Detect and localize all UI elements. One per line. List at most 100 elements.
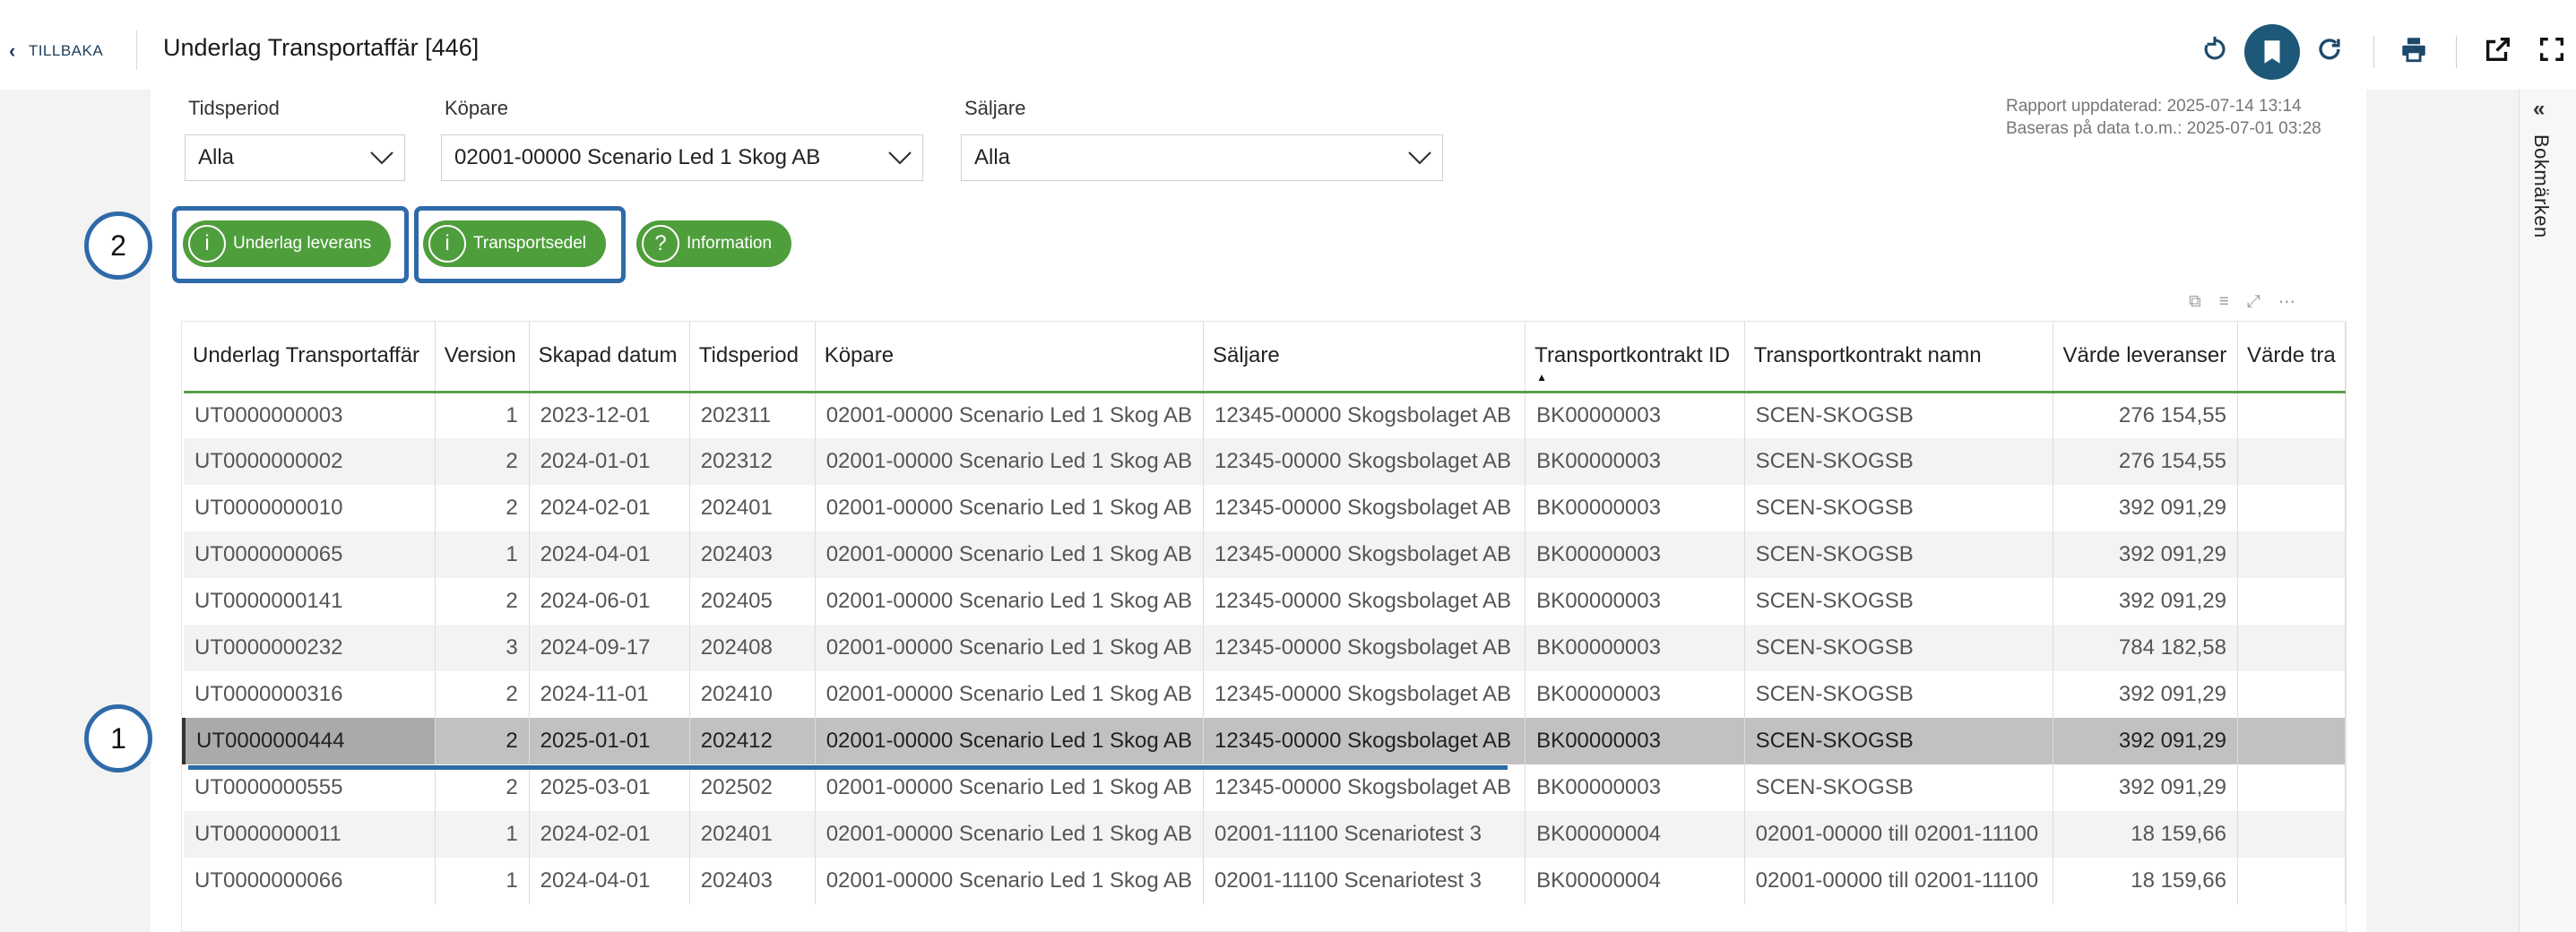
column-header-label: Transportkontrakt ID xyxy=(1534,343,1731,368)
table-cell xyxy=(2237,671,2346,718)
table-cell: BK00000003 xyxy=(1525,718,1745,764)
table-cell: 02001-00000 Scenario Led 1 Skog AB xyxy=(815,671,1205,718)
table-cell: SCEN-SKOGSB xyxy=(1744,392,2054,438)
column-header[interactable]: Säljare xyxy=(1203,322,1526,393)
table-cell: 02001-00000 Scenario Led 1 Skog AB xyxy=(815,811,1205,858)
table-cell xyxy=(2237,531,2346,578)
table-cell: BK00000003 xyxy=(1525,392,1745,438)
table-row[interactable]: UT0000000066 1 2024-04-01 202403 02001-00000… xyxy=(184,858,2346,904)
information-button[interactable]: ? Information xyxy=(636,220,792,267)
table-row[interactable]: UT0000000316 2 2024-11-01 202410 02001-00000… xyxy=(184,671,2346,718)
column-header-label: Köpare xyxy=(824,343,895,368)
back-button[interactable]: ‹ TILLBAKA xyxy=(9,39,103,63)
collapse-icon[interactable]: « xyxy=(2533,97,2545,122)
focus-mode-icon[interactable]: ⤢ xyxy=(2247,292,2260,313)
table-cell: 3 xyxy=(435,625,530,671)
table-cell xyxy=(2237,858,2346,904)
report-updated: Rapport uppdaterad: 2025-07-14 13:14 xyxy=(2006,97,2302,116)
table-cell: 1 xyxy=(435,531,530,578)
table-row[interactable]: UT0000000011 1 2024-02-01 202401 02001-00000… xyxy=(184,811,2346,858)
buyer-filter-label: Köpare xyxy=(445,97,508,119)
divider xyxy=(2373,36,2374,68)
help-icon: ? xyxy=(642,225,679,263)
table-cell: 2 xyxy=(435,438,530,485)
column-header-label: Värde leveranser xyxy=(2062,343,2227,368)
table-row[interactable]: UT0000000002 2 2024-01-01 202312 02001-00000… xyxy=(184,438,2346,485)
table-cell: 392 091,29 xyxy=(2053,718,2238,764)
table-cell: 202311 xyxy=(689,392,816,438)
transportsedel-button[interactable]: i Transportsedel xyxy=(423,220,607,267)
table-cell: 2025-03-01 xyxy=(529,764,690,811)
fullscreen-icon[interactable] xyxy=(2529,27,2574,72)
refresh-icon[interactable] xyxy=(2307,27,2352,72)
column-header[interactable]: Skapad datum xyxy=(529,322,690,393)
more-options-icon[interactable]: ⋯ xyxy=(2278,292,2295,313)
table-cell: 2024-01-01 xyxy=(529,438,690,485)
table-cell: 02001-00000 Scenario Led 1 Skog AB xyxy=(815,764,1205,811)
table-cell: 202502 xyxy=(689,764,816,811)
table-cell: 12345-00000 Skogsbolaget AB xyxy=(1203,578,1526,625)
sort-ascending-icon[interactable]: ▲ xyxy=(1536,371,1547,384)
copy-icon[interactable]: ⧉ xyxy=(2189,292,2201,313)
table-cell: 2025-01-01 xyxy=(529,718,690,764)
print-icon[interactable] xyxy=(2391,27,2436,72)
table-row[interactable]: UT0000000555 2 2025-03-01 202502 02001-00000… xyxy=(184,764,2346,811)
table-cell: 2024-06-01 xyxy=(529,578,690,625)
column-header[interactable]: Tidsperiod xyxy=(689,322,816,393)
table-row[interactable]: UT0000000444 2 2025-01-01 202412 02001-00000… xyxy=(182,718,2346,764)
table-cell: UT0000000316 xyxy=(184,671,436,718)
table-cell: 202412 xyxy=(689,718,816,764)
table-cell: 202405 xyxy=(689,578,816,625)
table-cell: BK00000003 xyxy=(1525,438,1745,485)
column-header[interactable]: Transportkontrakt namn xyxy=(1744,322,2054,393)
report-based-on: Baseras på data t.o.m.: 2025-07-01 03:28 xyxy=(2006,119,2321,138)
table-cell: 392 091,29 xyxy=(2053,671,2238,718)
table-cell: SCEN-SKOGSB xyxy=(1744,718,2054,764)
table-row[interactable]: UT0000000065 1 2024-04-01 202403 02001-00000… xyxy=(184,531,2346,578)
table-cell: 02001-00000 Scenario Led 1 Skog AB xyxy=(815,625,1205,671)
column-header[interactable]: Värde leveranser xyxy=(2053,322,2238,393)
table-cell: BK00000003 xyxy=(1525,485,1745,531)
table-cell: SCEN-SKOGSB xyxy=(1744,485,2054,531)
column-header[interactable]: Version xyxy=(435,322,530,393)
table-cell: 202312 xyxy=(689,438,816,485)
column-header[interactable]: Underlag Transportaffär xyxy=(184,322,436,393)
table-cell: UT0000000002 xyxy=(184,438,436,485)
table-row[interactable]: UT0000000010 2 2024-02-01 202401 02001-00000… xyxy=(184,485,2346,531)
table-cell: 392 091,29 xyxy=(2053,485,2238,531)
column-header-label: Tidsperiod xyxy=(698,343,799,368)
seller-dropdown[interactable]: Alla xyxy=(961,134,1443,181)
selected-row-underline xyxy=(188,765,1508,770)
open-external-icon[interactable] xyxy=(2476,27,2520,72)
table-cell: 202408 xyxy=(689,625,816,671)
info-icon: i xyxy=(428,225,466,263)
table-cell: 202401 xyxy=(689,485,816,531)
table-cell: 02001-00000 till 02001-11100 xyxy=(1744,858,2054,904)
period-filter-label: Tidsperiod xyxy=(188,97,280,119)
period-dropdown[interactable]: Alla xyxy=(185,134,405,181)
table-cell: 2 xyxy=(435,671,530,718)
chevron-down-icon xyxy=(877,151,922,165)
right-margin xyxy=(2366,90,2519,932)
table-cell xyxy=(2237,485,2346,531)
table-cell xyxy=(2237,438,2346,485)
table-cell xyxy=(2237,811,2346,858)
filter-icon[interactable]: ≡ xyxy=(2219,292,2229,313)
table-row[interactable]: UT0000000232 3 2024-09-17 202408 02001-00000… xyxy=(184,625,2346,671)
report-info: Rapport uppdaterad: 2025-07-14 13:14 Bas… xyxy=(2006,95,2321,140)
underlag-leverans-label: Underlag leverans xyxy=(233,234,372,253)
table-cell: BK00000003 xyxy=(1525,625,1745,671)
column-header[interactable]: Transportkontrakt ID ▲ xyxy=(1525,322,1745,393)
column-header[interactable]: Köpare xyxy=(815,322,1205,393)
table-row[interactable]: UT0000000003 1 2023-12-01 202311 02001-00000… xyxy=(184,392,2346,438)
buyer-dropdown[interactable]: 02001-00000 Scenario Led 1 Skog AB xyxy=(441,134,923,181)
table-cell: SCEN-SKOGSB xyxy=(1744,764,2054,811)
bookmark-icon[interactable] xyxy=(2244,24,2300,80)
bookmarks-label[interactable]: Bokmärken xyxy=(2529,134,2553,238)
underlag-leverans-button[interactable]: i Underlag leverans xyxy=(183,220,392,267)
table-row[interactable]: UT0000000141 2 2024-06-01 202405 02001-00000… xyxy=(184,578,2346,625)
column-header-label: Säljare xyxy=(1213,343,1280,368)
reset-icon[interactable] xyxy=(2192,27,2237,72)
column-header[interactable]: Värde tra xyxy=(2237,322,2346,393)
table-cell: SCEN-SKOGSB xyxy=(1744,671,2054,718)
